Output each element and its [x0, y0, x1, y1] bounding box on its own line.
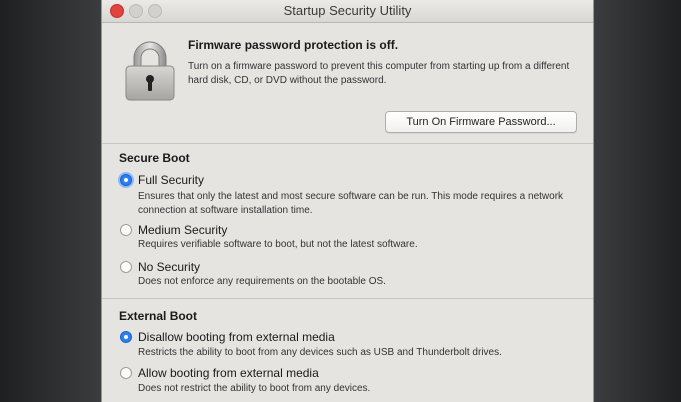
radio-label: Medium Security	[138, 223, 228, 237]
radio-no-security[interactable]: No Security	[120, 259, 200, 275]
radio-label: Allow booting from external media	[138, 366, 319, 380]
full-security-description: Ensures that only the latest and most se…	[138, 191, 564, 216]
secure-boot-heading: Secure Boot	[119, 151, 190, 165]
radio-button-selected[interactable]	[120, 331, 132, 343]
window-title: Startup Security Utility	[283, 3, 412, 18]
section-divider	[102, 143, 593, 144]
radio-full-security[interactable]: Full Security	[120, 172, 204, 188]
title-bar: Startup Security Utility	[102, 0, 593, 23]
radio-button-selected[interactable]	[120, 174, 132, 186]
firmware-description: Turn on a firmware password to prevent t…	[188, 61, 570, 86]
radio-button[interactable]	[120, 224, 132, 236]
lock-icon	[125, 41, 175, 101]
radio-button[interactable]	[120, 367, 132, 379]
allow-external-description: Does not restrict the ability to boot fr…	[138, 383, 371, 394]
section-divider	[102, 298, 593, 299]
radio-label: Disallow booting from external media	[138, 330, 335, 344]
turn-on-firmware-password-button[interactable]: Turn On Firmware Password...	[385, 111, 577, 133]
screen-bezel-right	[594, 0, 681, 402]
radio-medium-security[interactable]: Medium Security	[120, 222, 227, 238]
screen-bezel-left	[0, 0, 101, 402]
radio-disallow-external-boot[interactable]: Disallow booting from external media	[120, 329, 335, 345]
radio-button[interactable]	[120, 261, 132, 273]
radio-label: No Security	[138, 260, 201, 274]
firmware-status-heading: Firmware password protection is off.	[188, 38, 399, 52]
startup-security-window: Startup Security Utility Firmware passwo…	[101, 0, 594, 402]
radio-allow-external-boot[interactable]: Allow booting from external media	[120, 365, 319, 381]
no-security-description: Does not enforce any requirements on the…	[138, 276, 386, 287]
external-boot-heading: External Boot	[119, 309, 198, 323]
medium-security-description: Requires verifiable software to boot, bu…	[138, 239, 418, 250]
disallow-external-description: Restricts the ability to boot from any d…	[138, 347, 502, 358]
radio-label: Full Security	[138, 173, 205, 187]
